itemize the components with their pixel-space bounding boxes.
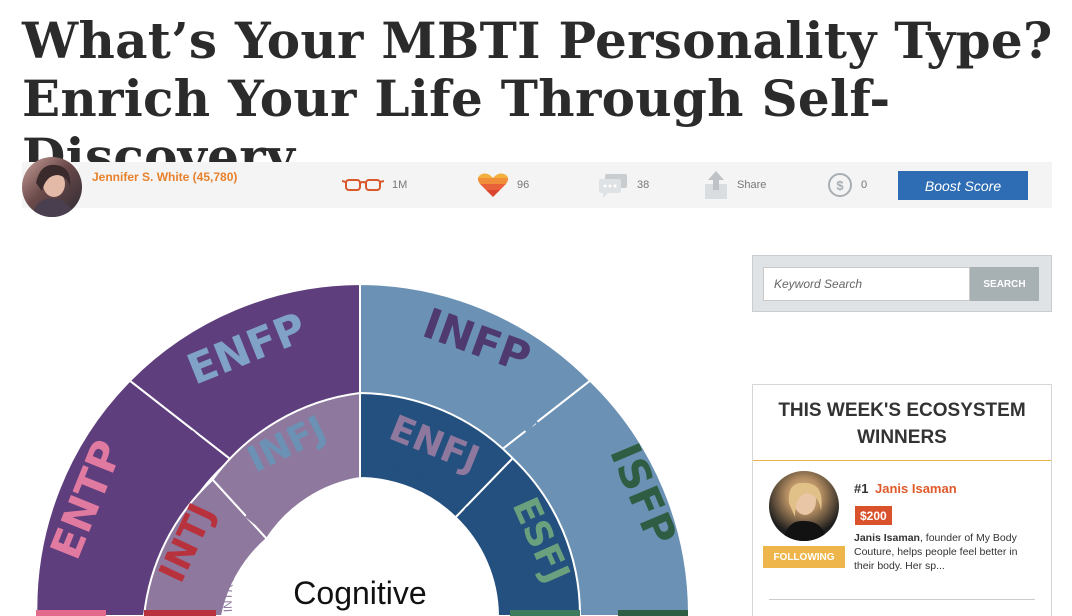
mbti-figure: ENTP ENFP INFP ISFP INTJ INFJ ENFJ ESFJ … — [0, 230, 730, 616]
winner-name-link[interactable]: Janis Isaman — [875, 481, 957, 496]
boost-score-button[interactable]: Boost Score — [898, 171, 1028, 200]
ecosystem-winners-panel: THIS WEEK'S ECOSYSTEM WINNERS FOLLOWING … — [752, 384, 1052, 616]
heading-divider — [753, 460, 1051, 461]
share-stat[interactable]: Share — [703, 170, 766, 200]
winner-avatar[interactable] — [769, 471, 839, 541]
comments-count: 38 — [637, 179, 650, 191]
views-count: 1M — [392, 179, 408, 191]
author-avatar[interactable] — [22, 157, 82, 217]
hearts-count: 96 — [517, 179, 530, 191]
comments-stat[interactable]: 38 — [597, 170, 649, 200]
views-stat: 1M — [342, 170, 407, 200]
following-button[interactable]: FOLLOWING — [763, 546, 845, 568]
svg-text:$: $ — [836, 178, 844, 193]
stub-pink — [36, 610, 106, 616]
share-icon — [705, 171, 727, 199]
stub-red — [144, 610, 216, 616]
winner-avatar-image — [783, 482, 827, 541]
winner-rank: #1 — [854, 481, 869, 496]
hearts-stat[interactable]: 96 — [477, 170, 529, 200]
author-name-link[interactable]: Jennifer S. White (45,780) — [92, 170, 237, 184]
stub-green-1 — [510, 610, 580, 616]
share-label: Share — [737, 179, 767, 191]
heart-icon — [477, 173, 509, 197]
glasses-icon — [342, 179, 384, 191]
tips-count: 0 — [861, 179, 868, 191]
center-label: Cognitive — [293, 575, 426, 611]
dollar-coin-icon: $ — [828, 173, 852, 197]
author-avatar-image — [32, 164, 74, 217]
title-line-1: What’s Your MBTI Personality Type? — [22, 11, 1053, 70]
blurb-name: Janis Isaman — [854, 532, 920, 544]
search-button[interactable]: SEARCH — [970, 267, 1039, 301]
tips-stat[interactable]: $ 0 — [827, 170, 867, 200]
mbti-semicircle-figure: ENTP ENFP INFP ISFP INTJ INFJ ENFJ ESFJ … — [35, 282, 691, 616]
article-title: What’s Your MBTI Personality Type? Enric… — [22, 12, 1062, 186]
keyword-search-input[interactable] — [763, 267, 970, 301]
comments-icon — [599, 174, 627, 198]
ecosystem-heading: THIS WEEK'S ECOSYSTEM WINNERS — [778, 400, 1026, 448]
stub-green-2 — [618, 610, 688, 616]
winner-divider — [769, 599, 1035, 600]
prize-badge: $200 — [855, 506, 892, 525]
winner-blurb: Janis Isaman, founder of My Body Couture… — [854, 531, 1030, 573]
